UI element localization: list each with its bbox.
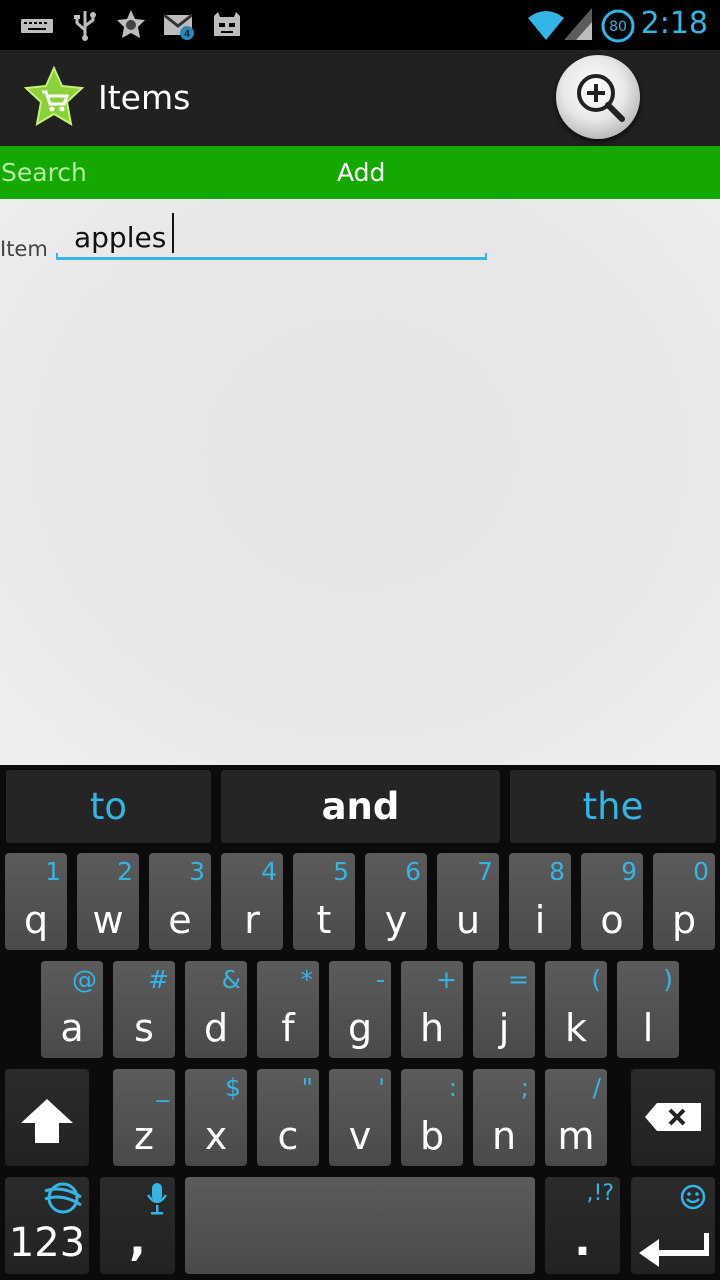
key-j[interactable]: = j [473, 961, 535, 1058]
key-f[interactable]: * f [257, 961, 319, 1058]
item-label: Item [0, 237, 48, 261]
gmail-icon: 4 [163, 13, 194, 40]
suggestion-2[interactable]: and [221, 770, 500, 843]
item-input-underline [56, 253, 487, 260]
key-b[interactable]: :b [401, 1069, 463, 1166]
tab-add[interactable]: Add [337, 158, 385, 187]
key-c[interactable]: " c [257, 1069, 319, 1166]
app-logo-icon[interactable] [22, 66, 86, 130]
svg-text:80: 80 [609, 19, 627, 35]
page-title: Items [98, 78, 191, 117]
signal-icon [564, 8, 592, 40]
wifi-icon [528, 11, 564, 40]
key-p[interactable]: 0p [653, 853, 715, 950]
key-i[interactable]: 8i [509, 853, 571, 950]
suggestion-1[interactable]: to [6, 770, 211, 843]
action-bar: Items [0, 50, 720, 146]
smiley-icon [680, 1184, 706, 1210]
key-g[interactable]: -g [329, 961, 391, 1058]
text-cursor [172, 213, 174, 253]
key-t[interactable]: 5t [293, 853, 355, 950]
keyboard-icon [21, 19, 53, 33]
key-l[interactable]: ) l [617, 961, 679, 1058]
key-d[interactable]: & d [185, 961, 247, 1058]
key-o[interactable]: 9o [581, 853, 643, 950]
comma-key[interactable]: , [100, 1177, 175, 1274]
shift-key[interactable] [5, 1069, 89, 1166]
key-r[interactable]: 4r [221, 853, 283, 950]
enter-arrow-icon [639, 1233, 709, 1267]
key-w[interactable]: 2w [77, 853, 139, 950]
tab-bar: Search Add [0, 146, 720, 199]
numbers-key[interactable]: 123 [5, 1177, 89, 1274]
key-s[interactable]: # s [113, 961, 175, 1058]
key-h[interactable]: + h [401, 961, 463, 1058]
swiftkey-logo-icon [44, 1182, 82, 1214]
key-m[interactable]: / m [545, 1069, 607, 1166]
zoom-search-button[interactable] [556, 55, 640, 139]
key-v[interactable]: ' v [329, 1069, 391, 1166]
enter-key[interactable] [631, 1177, 715, 1274]
cyanogen-icon [214, 12, 240, 36]
microphone-icon [146, 1183, 168, 1215]
battery-icon: 80 [601, 9, 635, 43]
key-q[interactable]: 1q [5, 853, 67, 950]
zoom-in-icon [577, 74, 625, 122]
key-k[interactable]: (k [545, 961, 607, 1058]
item-form: Item [0, 199, 720, 765]
usb-icon [74, 11, 96, 41]
item-input[interactable] [56, 211, 487, 263]
key-u[interactable]: 7u [437, 853, 499, 950]
status-bar: 4 80 2:18 [0, 0, 720, 50]
backspace-icon [645, 1103, 701, 1131]
tab-search[interactable]: Search [1, 158, 87, 187]
period-key[interactable]: ,!? . [545, 1177, 620, 1274]
space-key[interactable] [185, 1177, 535, 1274]
key-z[interactable]: _ z [113, 1069, 175, 1166]
backspace-key[interactable] [631, 1069, 715, 1166]
svg-text:4: 4 [184, 29, 190, 40]
key-a[interactable]: @ a [41, 961, 103, 1058]
key-e[interactable]: 3e [149, 853, 211, 950]
key-n[interactable]: ; n [473, 1069, 535, 1166]
shift-arrow-icon [21, 1099, 73, 1143]
key-x[interactable]: $ x [185, 1069, 247, 1166]
key-y[interactable]: 6y [365, 853, 427, 950]
clock: 2:18 [640, 6, 708, 41]
suggestion-3[interactable]: the [510, 770, 716, 843]
soft-keyboard: to and the 1q 2w 3e 4r 5t 6y 7u 8i 9o 0p… [0, 765, 720, 1280]
star-app-icon [117, 10, 145, 38]
